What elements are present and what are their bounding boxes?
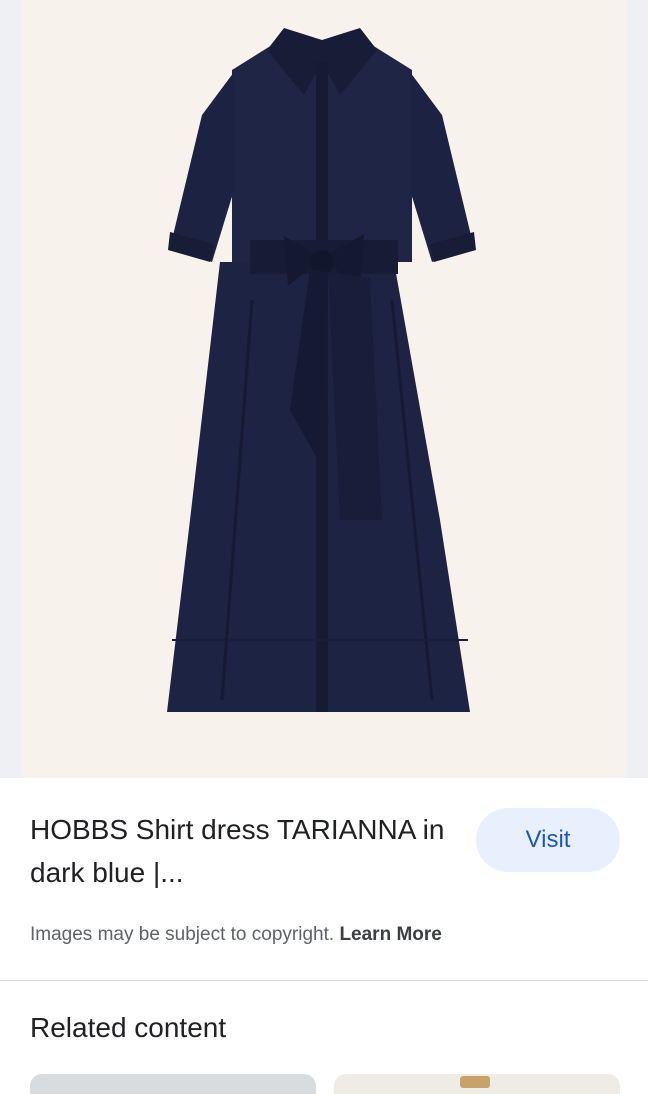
related-thumbnail[interactable] bbox=[334, 1074, 620, 1094]
learn-more-link[interactable]: Learn More bbox=[339, 924, 441, 945]
related-thumbnail[interactable] bbox=[30, 1074, 316, 1094]
related-thumbnail-detail bbox=[460, 1076, 490, 1088]
section-divider bbox=[0, 980, 648, 981]
visit-button[interactable]: Visit bbox=[476, 808, 620, 872]
copyright-notice: Images may be subject to copyright. Lear… bbox=[30, 924, 442, 946]
dress-image[interactable] bbox=[22, 0, 626, 778]
dress-right-sleeve bbox=[410, 72, 474, 262]
product-title[interactable]: HOBBS Shirt dress TARIANNA in dark blue … bbox=[30, 808, 450, 894]
dress-left-sleeve bbox=[170, 72, 234, 262]
related-content-heading: Related content bbox=[30, 1012, 227, 1043]
copyright-text: Images may be subject to copyright. bbox=[30, 924, 335, 945]
product-image-area[interactable] bbox=[0, 0, 648, 778]
